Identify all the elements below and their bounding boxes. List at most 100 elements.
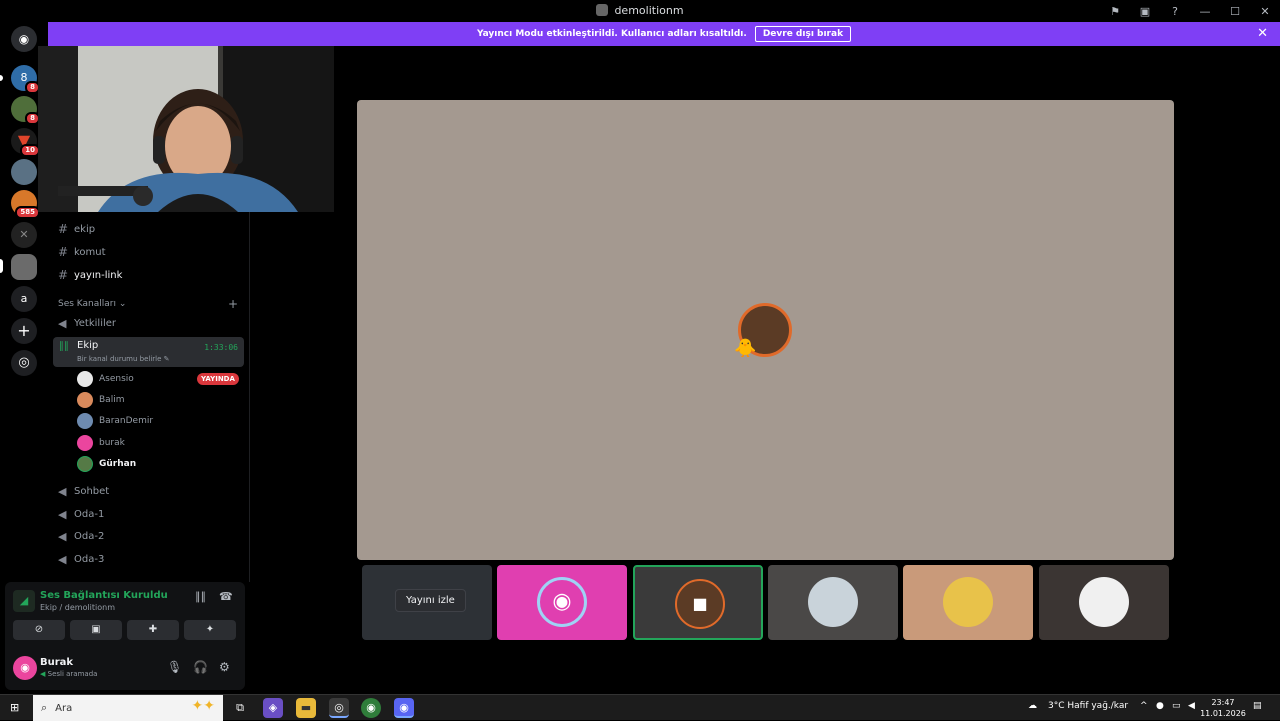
connection-subtitle[interactable]: Ekip / demolitionm (40, 603, 115, 612)
copilot-icon[interactable]: ◈ (263, 698, 283, 718)
headphones-icon[interactable]: 🎧 (193, 660, 208, 674)
voice-channel-ekip[interactable]: ∥∥ Ekip Bir kanal durumu belirle ✎ 1:33:… (53, 337, 244, 367)
add-channel-icon[interactable]: + (228, 297, 238, 311)
guild-7-icon[interactable] (11, 254, 37, 280)
add-server-icon[interactable]: + (11, 318, 37, 344)
tile-watch-stream[interactable]: Yayını izle (362, 565, 492, 640)
tile-user-6[interactable] (1039, 565, 1169, 640)
volume-icon[interactable]: ◀ (1188, 701, 1195, 711)
avatar (77, 371, 93, 387)
channel-label: Sohbet (74, 486, 110, 497)
discord-taskbar-icon[interactable]: ◉ (394, 698, 414, 718)
discord-home-icon[interactable]: ◉ (11, 26, 37, 52)
connection-title[interactable]: Ses Bağlantısı Kuruldu (40, 590, 168, 601)
mic-tray-icon[interactable]: ● (1156, 701, 1164, 711)
speaker-icon: ◀ (58, 508, 67, 521)
voice-category[interactable]: Ses Kanalları ⌄ (58, 299, 126, 309)
maximize-button[interactable]: ☐ (1220, 5, 1250, 18)
voice-channel-yetkililer[interactable]: ◀ Yetkililer (58, 317, 116, 330)
channel-label: Oda-1 (74, 509, 105, 520)
tile-camera-user[interactable]: ■ (633, 565, 763, 640)
tile-user-5[interactable] (903, 565, 1033, 640)
activities-button[interactable]: ✚ (127, 620, 179, 640)
member-balim[interactable]: Balim (77, 392, 124, 408)
screen-icon[interactable]: ▣ (1130, 5, 1160, 18)
voice-activity-icon: ∥∥ (59, 341, 69, 352)
speaker-icon: ◀ (58, 317, 67, 330)
window-controls: ⚑ ▣ ? — ☐ ✕ (1100, 0, 1280, 22)
user-avatar[interactable]: ◉ (13, 656, 37, 680)
hash-icon: # (58, 245, 69, 259)
disconnect-icon[interactable]: ☎ (219, 590, 233, 603)
member-gurhan[interactable]: Gürhan (77, 456, 136, 472)
unread-pill (0, 75, 3, 81)
avatar (808, 577, 858, 627)
channel-label: Ekip (77, 340, 99, 351)
microphone-icon[interactable]: 🎙 (167, 660, 182, 674)
settings-gear-icon[interactable]: ⚙ (219, 660, 230, 674)
member-burak[interactable]: burak (77, 435, 125, 451)
tile-discord-user[interactable]: ◉ (497, 565, 627, 640)
channel-status[interactable]: Bir kanal durumu belirle ✎ (77, 355, 170, 363)
voice-channel-oda-2[interactable]: ◀ Oda-2 (58, 530, 104, 543)
file-explorer-icon[interactable]: ▬ (296, 698, 316, 718)
voice-channel-sohbet[interactable]: ◀ Sohbet (58, 485, 109, 498)
guild-3-icon[interactable]: ▼ 10 (11, 128, 40, 157)
user-status: ◀ Sesli aramada (40, 670, 98, 678)
guild-2-icon[interactable]: 8 (11, 96, 40, 125)
screen-share-button[interactable]: ▣ (70, 620, 122, 640)
guild-6-icon[interactable]: ✕ (11, 222, 37, 248)
soundboard-button[interactable]: ✦ (184, 620, 236, 640)
signal-icon[interactable]: ◢ (13, 590, 35, 612)
close-icon[interactable]: ✕ (1257, 26, 1268, 41)
minimize-button[interactable]: — (1190, 5, 1220, 18)
taskbar: ⊞ ⌕ Ara ✦✦ ⧉ ◈ ▬ ◎ ◉ ◉ ☁ 3°C Hafif yağ./… (0, 694, 1280, 721)
tile-user-4[interactable] (768, 565, 898, 640)
windows-start-icon[interactable]: ⊞ (10, 702, 22, 714)
discover-icon[interactable]: ◎ (11, 350, 37, 376)
member-name: Balim (99, 395, 125, 405)
close-button[interactable]: ✕ (1250, 5, 1280, 18)
member-name: Gürhan (99, 459, 137, 469)
channel-label: Yetkililer (74, 318, 117, 329)
guild-5-icon[interactable]: 585 (11, 190, 40, 219)
app-icon (596, 4, 609, 16)
clock-date: 11.01.2026 (1200, 709, 1246, 718)
member-asensio[interactable]: Asensio (77, 371, 134, 387)
weather-text[interactable]: 3°C Hafif yağ./kar (1048, 701, 1128, 711)
hash-icon: # (58, 268, 69, 282)
obs-icon[interactable]: ◎ (329, 698, 349, 718)
channel-ekip[interactable]: # ekip (58, 222, 95, 236)
guild-8-icon[interactable]: a (11, 286, 37, 312)
inbox-icon[interactable]: ⚑ (1100, 5, 1130, 18)
selected-pill (0, 259, 3, 273)
guild-1-icon[interactable]: 88 (11, 65, 40, 94)
member-barandemir[interactable]: BaranDemir (77, 413, 153, 429)
user-name[interactable]: Burak (40, 657, 73, 668)
channel-yayin-link[interactable]: # yayın-link (58, 268, 122, 282)
voice-channel-oda-1[interactable]: ◀ Oda-1 (58, 508, 104, 521)
window-title: demolitionm (0, 4, 1280, 17)
clock[interactable]: 23:47 11.01.2026 (1200, 697, 1246, 719)
notification-icon[interactable]: ▤ (1253, 701, 1262, 711)
banner-text: Yayıncı Modu etkinleştirildi. Kullanıcı … (476, 29, 747, 39)
guild-4-icon[interactable] (11, 159, 37, 185)
tray-expand-icon[interactable]: ^ (1140, 701, 1148, 711)
weather-icon[interactable]: ☁ (1028, 701, 1037, 711)
noise-suppression-icon[interactable]: ∥∥ (195, 590, 206, 603)
task-view-icon[interactable]: ⧉ (230, 698, 250, 718)
camera-off-button[interactable]: ⊘ (13, 620, 65, 640)
chrome-icon[interactable]: ◉ (361, 698, 381, 718)
voice-panel: ◢ Ses Bağlantısı Kuruldu Ekip / demoliti… (5, 582, 245, 690)
mention-badge: 585 (15, 206, 40, 219)
help-icon[interactable]: ? (1160, 5, 1190, 18)
member-name: Asensio (99, 374, 134, 384)
taskbar-search[interactable]: ⌕ Ara ✦✦ (33, 695, 223, 721)
channel-komut[interactable]: # komut (58, 245, 106, 259)
network-icon[interactable]: ▭ (1172, 701, 1181, 711)
watch-stream-button[interactable]: Yayını izle (395, 589, 466, 612)
voice-channel-oda-3[interactable]: ◀ Oda-3 (58, 553, 104, 566)
disable-button[interactable]: Devre dışı bırak (754, 26, 852, 42)
title-bar: demolitionm ⚑ ▣ ? — ☐ ✕ (0, 0, 1280, 22)
speaker-icon: ◀ (58, 485, 67, 498)
